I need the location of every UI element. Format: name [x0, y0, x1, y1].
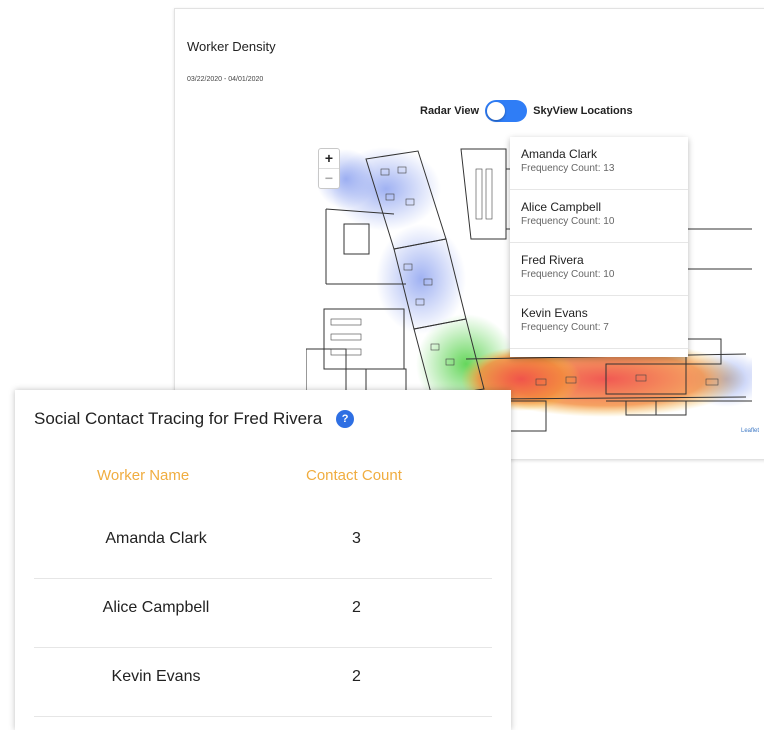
- row-worker-name: Kevin Evans: [111, 668, 201, 685]
- frequency-list-item[interactable]: Fred Rivera Frequency Count: 10: [510, 243, 688, 296]
- table-row[interactable]: Alice Campbell 2: [34, 579, 492, 648]
- table-row[interactable]: Kevin Evans 2: [34, 648, 492, 717]
- worker-name: Kevin Evans: [521, 306, 588, 320]
- frequency-list-item[interactable]: Kevin Evans Frequency Count: 7: [510, 296, 688, 349]
- frequency-count: Frequency Count: 13: [521, 163, 615, 174]
- frequency-count: Frequency Count: 10: [521, 269, 615, 280]
- row-worker-name: Alice Campbell: [102, 599, 210, 616]
- worker-name: Alice Campbell: [521, 200, 602, 214]
- radar-view-label: Radar View: [420, 105, 480, 117]
- help-icon[interactable]: ?: [336, 410, 355, 428]
- frequency-count: Frequency Count: 7: [521, 322, 609, 333]
- contact-count-header[interactable]: Contact Count: [306, 467, 402, 484]
- frequency-list-item[interactable]: Alice Campbell Frequency Count: 10: [510, 190, 688, 243]
- density-title: Worker Density: [187, 39, 276, 54]
- toggle-knob: [487, 102, 506, 120]
- view-toggle-switch[interactable]: [485, 100, 528, 122]
- zoom-out-button[interactable]: −: [319, 168, 339, 188]
- frequency-list-popup: Amanda Clark Frequency Count: 13 Alice C…: [510, 137, 688, 357]
- tracing-title: Social Contact Tracing for Fred Rivera ?: [34, 409, 355, 429]
- worker-name: Fred Rivera: [521, 253, 584, 267]
- table-row[interactable]: Amanda Clark 3: [34, 510, 492, 579]
- leaflet-attribution-link[interactable]: Leaflet: [741, 428, 759, 434]
- worker-name: Amanda Clark: [521, 147, 598, 161]
- frequency-count: Frequency Count: 10: [521, 216, 615, 227]
- contact-tracing-card: Social Contact Tracing for Fred Rivera ?…: [15, 390, 511, 730]
- date-range: 03/22/2020 - 04/01/2020: [187, 76, 264, 83]
- worker-name-header[interactable]: Worker Name: [97, 467, 189, 484]
- skyview-locations-label: SkyView Locations: [533, 105, 633, 117]
- row-contact-count: 2: [352, 599, 361, 616]
- view-toggle-row: Radar View SkyView Locations: [420, 100, 633, 122]
- frequency-list-item[interactable]: Amanda Clark Frequency Count: 13: [510, 137, 688, 190]
- zoom-in-button[interactable]: +: [319, 149, 339, 168]
- map-zoom-control: + −: [318, 148, 340, 189]
- row-contact-count: 2: [352, 668, 361, 685]
- row-worker-name: Amanda Clark: [105, 530, 207, 547]
- row-contact-count: 3: [352, 530, 361, 547]
- tracing-title-text: Social Contact Tracing for Fred Rivera: [34, 409, 323, 428]
